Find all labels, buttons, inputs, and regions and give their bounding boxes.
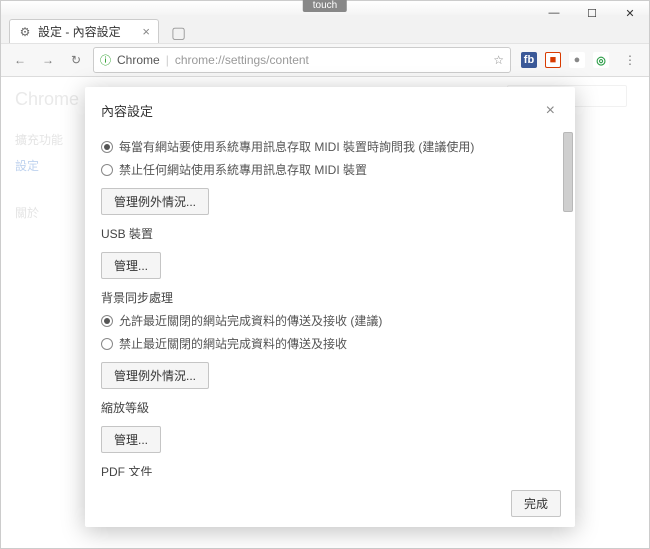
green-ext-icon[interactable]: ◎ <box>593 52 609 68</box>
browser-menu-button[interactable]: ⋮ <box>619 49 641 71</box>
radio-checked-icon <box>101 315 113 327</box>
content-settings-dialog: 內容設定 × 每當有網站要使用系統專用訊息存取 MIDI 裝置時詢問我 (建議使… <box>85 87 575 527</box>
section-usb: USB 裝置 管理... <box>101 225 557 279</box>
radio-checked-icon <box>101 141 113 153</box>
midi-option-block-label: 禁止任何網站使用系統專用訊息存取 MIDI 裝置 <box>119 161 367 178</box>
window-maximize-button[interactable]: ☐ <box>573 1 611 25</box>
section-bgsync: 背景同步處理 允許最近關閉的網站完成資料的傳送及接收 (建議) 禁止最近關閉的網… <box>101 289 557 389</box>
pdf-section-title: PDF 文件 <box>101 463 557 476</box>
zoom-section-title: 縮放等級 <box>101 399 557 416</box>
url-secure-label: Chrome <box>117 53 160 67</box>
usb-manage-button[interactable]: 管理... <box>101 252 161 279</box>
zoom-manage-button[interactable]: 管理... <box>101 426 161 453</box>
window-minimize-button[interactable]: — <box>535 1 573 25</box>
bookmark-star-icon[interactable]: ☆ <box>493 53 504 67</box>
radio-unchecked-icon <box>101 164 113 176</box>
bgsync-section-title: 背景同步處理 <box>101 289 557 306</box>
browser-toolbar: ← → ↻ ⓘ Chrome | chrome://settings/conte… <box>1 43 649 77</box>
bgsync-option-allow-label: 允許最近關閉的網站完成資料的傳送及接收 (建議) <box>119 312 382 329</box>
bgsync-manage-exceptions-button[interactable]: 管理例外情況... <box>101 362 209 389</box>
dialog-body: 每當有網站要使用系統專用訊息存取 MIDI 裝置時詢問我 (建議使用) 禁止任何… <box>85 128 575 476</box>
midi-option-block[interactable]: 禁止任何網站使用系統專用訊息存取 MIDI 裝置 <box>101 161 557 178</box>
tab-title: 設定 - 內容設定 <box>38 23 136 40</box>
new-tab-button[interactable]: ▢ <box>165 23 192 43</box>
tab-close-icon[interactable]: × <box>142 24 150 39</box>
touch-badge: touch <box>303 0 347 12</box>
office-ext-icon[interactable]: ■ <box>545 52 561 68</box>
bgsync-option-block-label: 禁止最近關閉的網站完成資料的傳送及接收 <box>119 335 347 352</box>
url-text: chrome://settings/content <box>175 53 309 67</box>
browser-tab[interactable]: ⚙ 設定 - 內容設定 × <box>9 19 159 43</box>
usb-section-title: USB 裝置 <box>101 225 557 242</box>
reload-button[interactable]: ↻ <box>65 49 87 71</box>
grey-ext-icon[interactable]: ● <box>569 52 585 68</box>
section-zoom: 縮放等級 管理... <box>101 399 557 453</box>
bgsync-option-block[interactable]: 禁止最近關閉的網站完成資料的傳送及接收 <box>101 335 557 352</box>
extension-icons: fb ■ ● ◎ <box>517 52 613 68</box>
dialog-title: 內容設定 <box>101 101 542 120</box>
back-button[interactable]: ← <box>9 49 31 71</box>
address-bar[interactable]: ⓘ Chrome | chrome://settings/content ☆ <box>93 47 511 73</box>
section-pdf: PDF 文件 ✓ 在預設的 PDF 檢視器應用程式中開啟 PDF 檔案。 <box>101 463 557 476</box>
forward-button[interactable]: → <box>37 49 59 71</box>
radio-unchecked-icon <box>101 338 113 350</box>
window-close-button[interactable]: ✕ <box>611 1 649 25</box>
dialog-close-button[interactable]: × <box>542 102 559 120</box>
dialog-header: 內容設定 × <box>85 87 575 128</box>
facebook-ext-icon[interactable]: fb <box>521 52 537 68</box>
dialog-scroll-content: 每當有網站要使用系統專用訊息存取 MIDI 裝置時詢問我 (建議使用) 禁止任何… <box>101 128 557 476</box>
midi-option-ask-label: 每當有網站要使用系統專用訊息存取 MIDI 裝置時詢問我 (建議使用) <box>119 138 474 155</box>
window-controls: — ☐ ✕ <box>535 1 649 25</box>
dialog-scrollbar-thumb[interactable] <box>563 132 573 212</box>
info-icon: ⓘ <box>100 52 111 68</box>
bgsync-option-allow[interactable]: 允許最近關閉的網站完成資料的傳送及接收 (建議) <box>101 312 557 329</box>
dialog-footer: 完成 <box>85 476 575 527</box>
gear-icon: ⚙ <box>18 25 32 39</box>
midi-option-ask[interactable]: 每當有網站要使用系統專用訊息存取 MIDI 裝置時詢問我 (建議使用) <box>101 138 557 155</box>
window-titlebar: touch — ☐ ✕ <box>1 1 649 15</box>
done-button[interactable]: 完成 <box>511 490 561 517</box>
section-midi: 每當有網站要使用系統專用訊息存取 MIDI 裝置時詢問我 (建議使用) 禁止任何… <box>101 138 557 215</box>
midi-manage-exceptions-button[interactable]: 管理例外情況... <box>101 188 209 215</box>
